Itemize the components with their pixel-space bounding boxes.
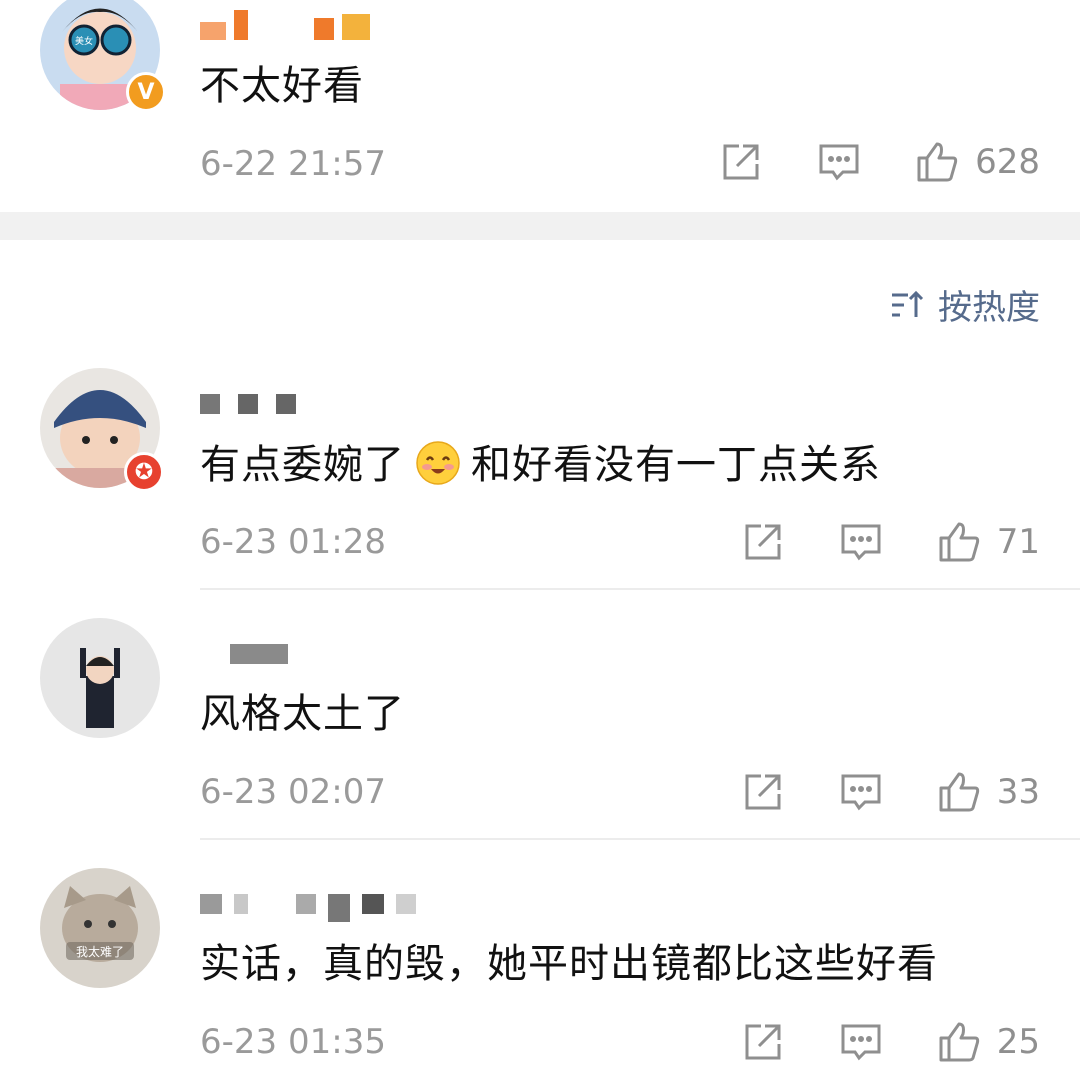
repost-icon[interactable] <box>741 1020 785 1064</box>
comment-icon[interactable] <box>839 1020 883 1064</box>
comment-divider <box>200 588 1080 590</box>
sort-label: 按热度 <box>938 288 1040 328</box>
comment-actions: 33 <box>741 770 1040 814</box>
comment-icon[interactable] <box>839 770 883 814</box>
like-icon[interactable] <box>937 520 981 564</box>
sort-button[interactable]: 按热度 <box>890 280 1040 329</box>
comment-time: 6-23 02:07 <box>200 772 386 812</box>
comment-time: 6-23 01:35 <box>200 1022 386 1062</box>
comment-icon[interactable] <box>839 520 883 564</box>
blush-emoji-icon <box>416 441 460 485</box>
avatar-image <box>40 618 160 738</box>
comment-divider <box>200 838 1080 840</box>
comment-actions: 628 <box>719 140 1040 184</box>
username-redacted <box>200 384 296 414</box>
avatar-image: 我太难了 <box>40 868 160 988</box>
comment-text: 有点委婉了 和好看没有一丁点关系 <box>200 440 881 489</box>
repost-icon[interactable] <box>741 520 785 564</box>
comment-time: 6-22 21:57 <box>200 144 386 184</box>
repost-icon[interactable] <box>741 770 785 814</box>
username-redacted <box>230 634 288 664</box>
comment-icon[interactable] <box>817 140 861 184</box>
like-icon[interactable] <box>915 140 959 184</box>
comment-time: 6-23 01:28 <box>200 522 386 562</box>
like-count: 33 <box>996 772 1040 812</box>
sort-icon <box>892 290 924 317</box>
like-count: 71 <box>996 522 1040 562</box>
comment-text: 实话，真的毁，她平时出镜都比这些好看 <box>200 941 938 987</box>
section-separator <box>0 212 1080 240</box>
svg-text:美女: 美女 <box>75 35 93 47</box>
comment-text: 不太好看 <box>200 63 364 109</box>
comment-actions: 71 <box>741 520 1040 564</box>
like-icon[interactable] <box>937 770 981 814</box>
comment-text-part: 和好看没有一丁点关系 <box>471 442 881 488</box>
username-redacted <box>200 10 370 40</box>
like-count: 628 <box>975 142 1040 182</box>
comment-actions: 25 <box>741 1020 1040 1064</box>
comment-text: 风格太土了 <box>200 691 405 737</box>
comment-text-part: 有点委婉了 <box>200 442 405 488</box>
member-badge-icon: ✪ <box>124 452 164 492</box>
username-redacted <box>200 884 416 922</box>
repost-icon[interactable] <box>719 140 763 184</box>
verified-badge-icon: V <box>126 72 166 112</box>
like-icon[interactable] <box>937 1020 981 1064</box>
avatar[interactable] <box>40 618 160 738</box>
avatar[interactable]: 我太难了 <box>40 868 160 988</box>
like-count: 25 <box>996 1022 1040 1062</box>
svg-text:我太难了: 我太难了 <box>76 944 124 959</box>
